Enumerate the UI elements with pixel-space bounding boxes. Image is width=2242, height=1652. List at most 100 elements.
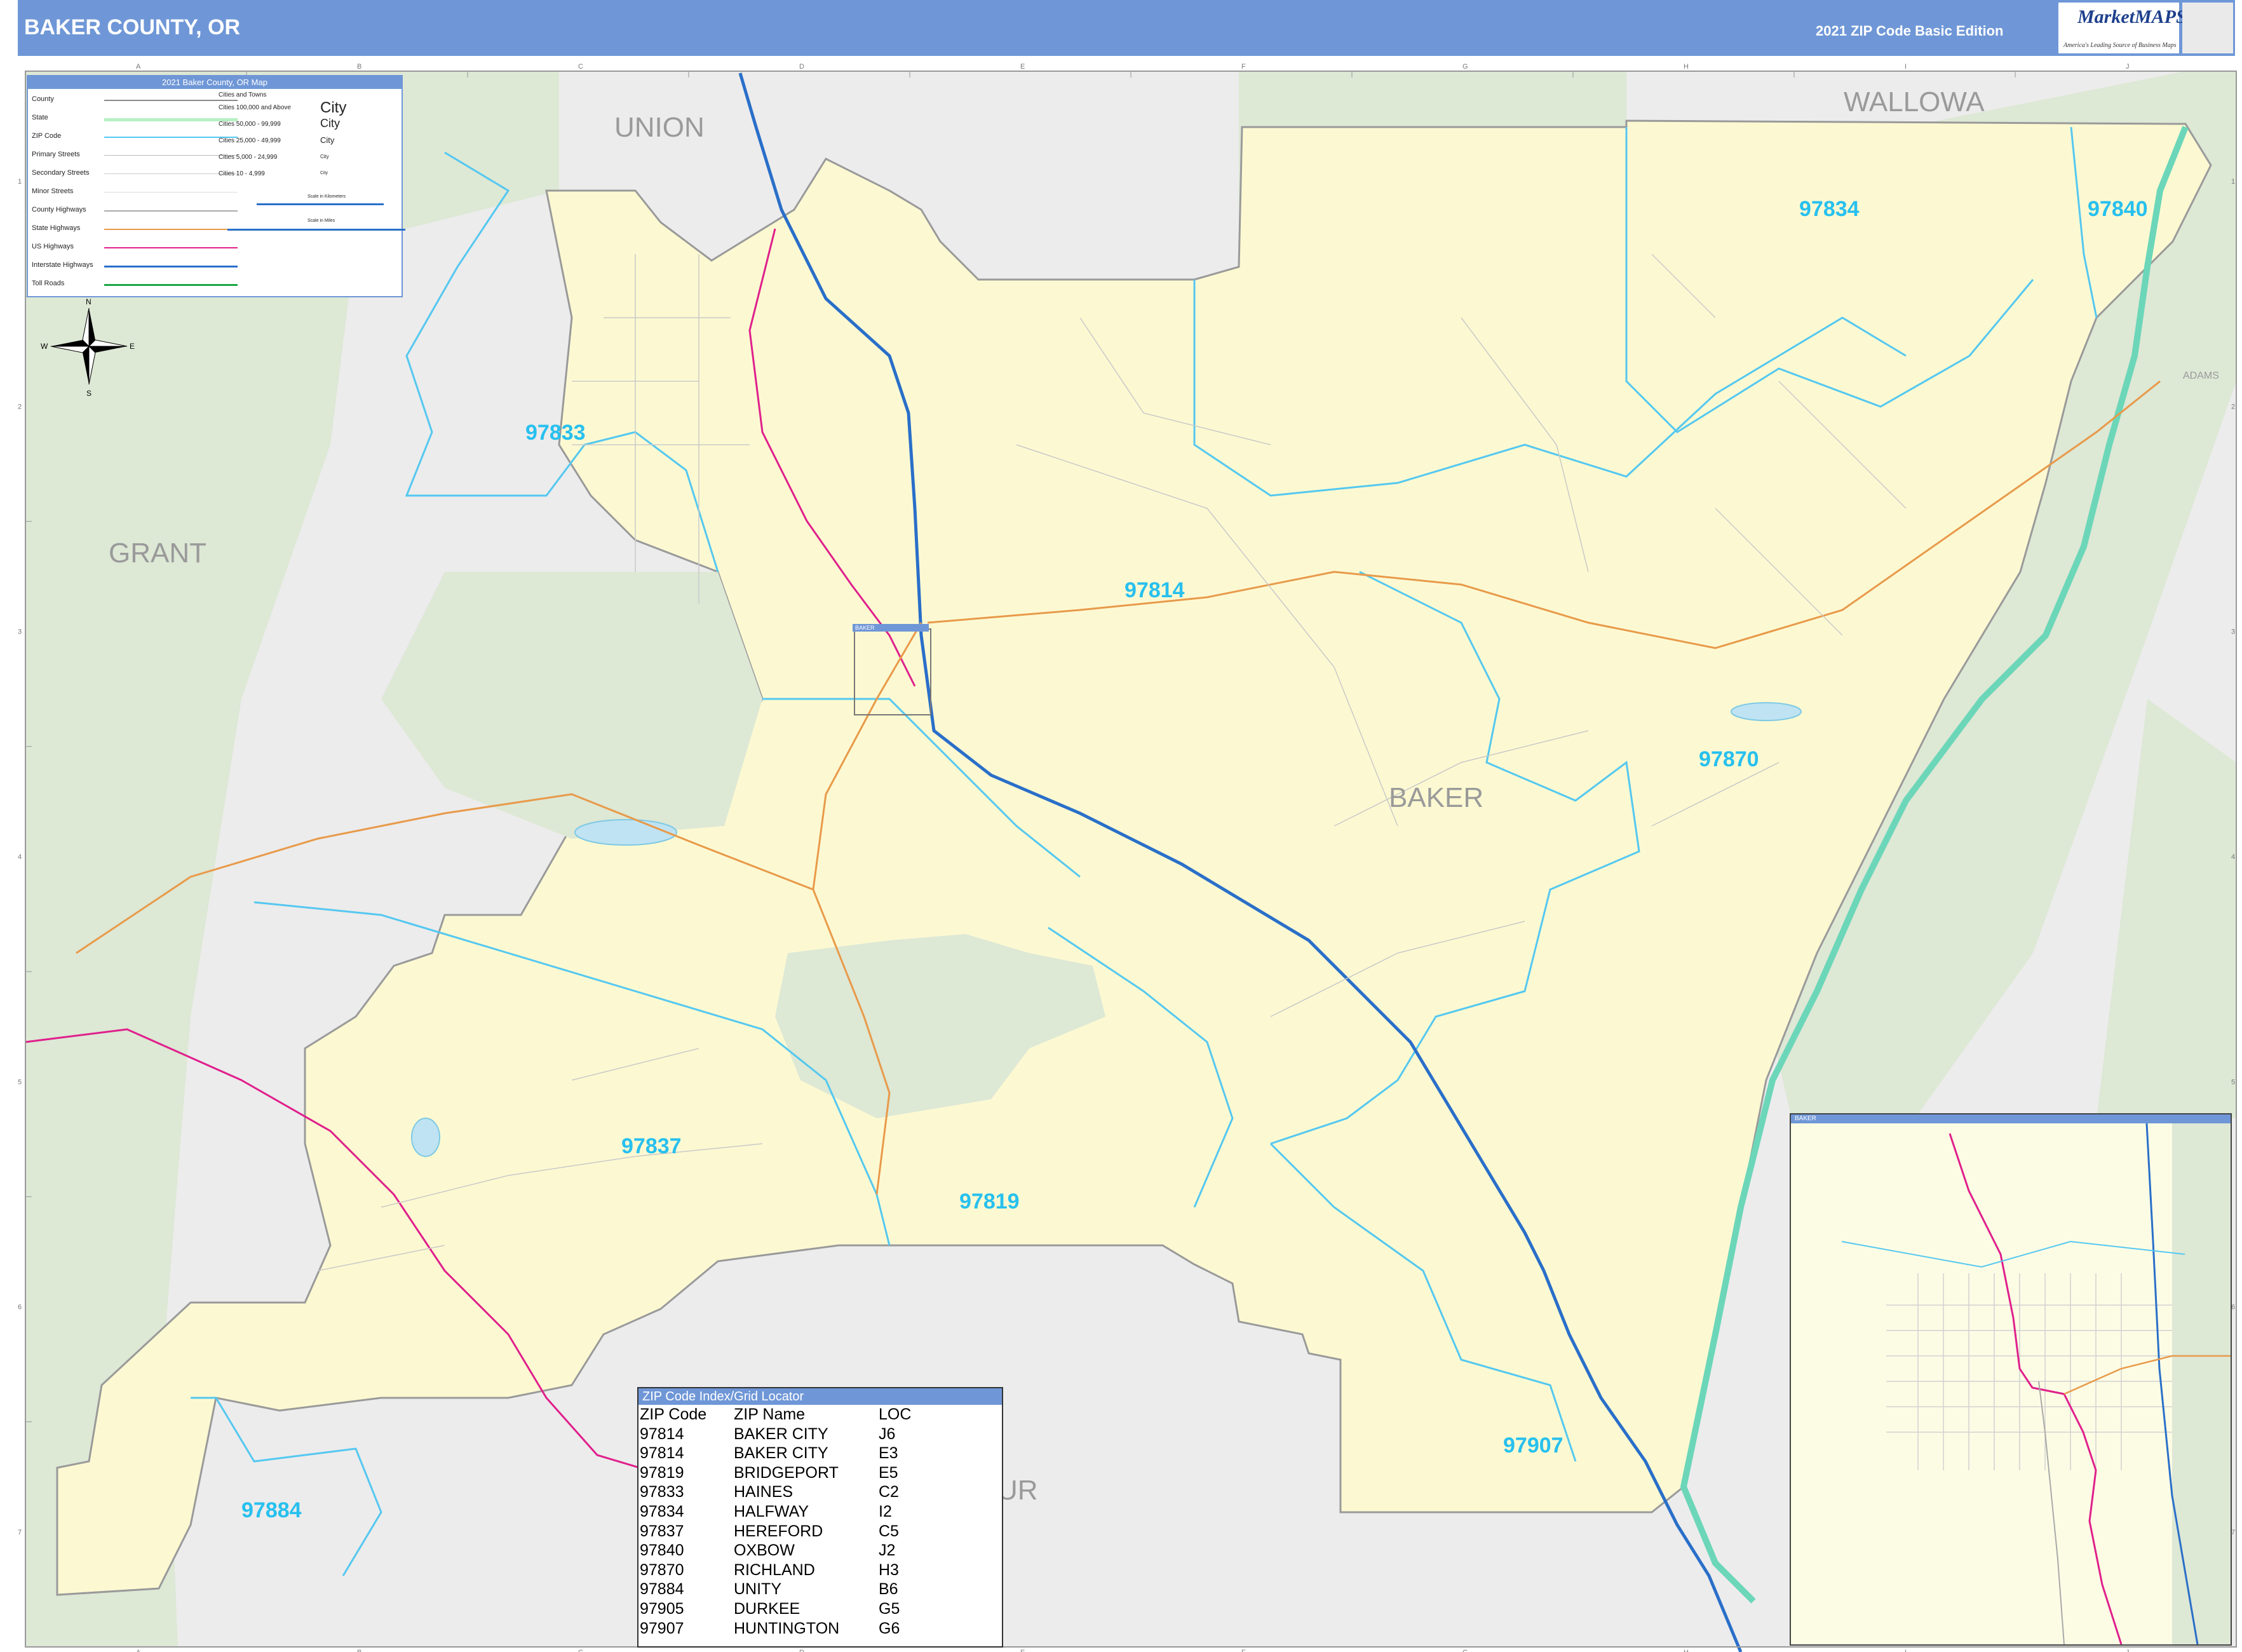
- grid-row-label: 3: [18, 628, 22, 636]
- zip-index-table: ZIP Code ZIP Name LOC 97814 BAKER CITY J6 …: [640, 1405, 916, 1638]
- grid-column-label: I: [1905, 1649, 1907, 1652]
- grid-row-label: 2: [18, 403, 22, 410]
- grid-column-label: D: [799, 1649, 804, 1652]
- zip-label-97837: 97837: [621, 1134, 682, 1158]
- zip-label-97834: 97834: [1799, 197, 1860, 221]
- zip-index-header-loc: LOC: [879, 1405, 912, 1423]
- header-bar: BAKER COUNTY, OR 2021 ZIP Code Basic Edi…: [18, 0, 2235, 56]
- svg-text:N: N: [86, 297, 91, 306]
- zip-name-cell: HUNTINGTON: [734, 1619, 840, 1637]
- zip-loc-cell: J6: [879, 1425, 896, 1443]
- baker-city-tag-label: BAKER: [855, 625, 875, 631]
- zip-label-97814: 97814: [1124, 578, 1185, 602]
- legend-swatch-state: [104, 118, 238, 121]
- zip-name-cell: BRIDGEPORT: [734, 1463, 839, 1482]
- zip-name-cell: RICHLAND: [734, 1561, 815, 1579]
- table-row: 97905 DURKEE G5: [640, 1599, 916, 1619]
- logo-brand: MarketMAPS: [2077, 6, 2187, 27]
- legend-swatch-minor: [104, 192, 238, 193]
- grid-column-label: H: [1684, 1649, 1689, 1652]
- zip-label-97840: 97840: [2088, 197, 2148, 221]
- table-row: 97819 BRIDGEPORT E5: [640, 1463, 916, 1483]
- legend-label-secondary: Secondary Streets: [32, 169, 90, 177]
- legend-city-sample-5: City: [320, 171, 328, 175]
- logo-contact-block: [2182, 3, 2233, 53]
- zip-cell: 97814: [640, 1444, 684, 1463]
- grid-column-label: A: [136, 1649, 141, 1652]
- grid-column-label: J: [2126, 63, 2130, 71]
- legend-swatch-us-hwy: [104, 247, 238, 248]
- grid-column-label: I: [1905, 63, 1907, 71]
- zip-cell: 97907: [640, 1619, 684, 1637]
- legend-city-class-5: Cities 10 - 4,999: [219, 170, 265, 177]
- grid-column-label: D: [799, 63, 804, 71]
- table-row: 97870 RICHLAND H3: [640, 1561, 916, 1580]
- table-row: 97814 BAKER CITY E3: [640, 1444, 916, 1463]
- grid-row-label: 1: [2231, 178, 2235, 186]
- zip-code-index: ZIP Code Index/Grid Locator ZIP Code ZIP…: [637, 1387, 1003, 1648]
- svg-text:W: W: [41, 342, 48, 351]
- county-label-malheur-partial: UR: [997, 1475, 1038, 1506]
- legend-scale-mi-bar: [227, 229, 405, 231]
- grid-row-label: 7: [18, 1529, 22, 1536]
- zip-loc-cell: H3: [879, 1561, 899, 1579]
- grid-column-label: F: [1241, 1649, 1246, 1652]
- zip-label-97870: 97870: [1699, 747, 1759, 771]
- grid-row-label: 4: [18, 853, 22, 861]
- zip-loc-cell: C5: [879, 1522, 899, 1540]
- grid-column-label: G: [1462, 63, 1468, 71]
- zip-index-header-row: ZIP Code ZIP Name LOC: [640, 1405, 916, 1425]
- edition-label: 2021 ZIP Code Basic Edition: [1816, 23, 2004, 39]
- table-row: 97837 HEREFORD C5: [640, 1522, 916, 1541]
- inset-map-canvas: [1841, 1123, 2231, 1644]
- zip-cell: 97814: [640, 1425, 684, 1443]
- legend-title: 2021 Baker County, OR Map: [28, 76, 402, 89]
- legend-label-minor: Minor Streets: [32, 187, 74, 195]
- legend-city-sample-1: City: [320, 99, 347, 116]
- legend-swatch-state-hwy: [104, 229, 238, 230]
- zip-cell: 97884: [640, 1580, 684, 1599]
- page-title: BAKER COUNTY, OR: [24, 15, 241, 39]
- legend-city-class-1: Cities 100,000 and Above: [219, 104, 291, 111]
- map-legend: 2021 Baker County, OR Map County State Z…: [27, 75, 405, 297]
- grid-column-label: A: [136, 63, 141, 71]
- lake-east: [1731, 702, 1802, 721]
- grid-row-label: 5: [18, 1078, 22, 1086]
- legend-label-interstate: Interstate Highways: [32, 261, 93, 269]
- legend-city-sample-3: City: [320, 135, 335, 145]
- zip-name-cell: DURKEE: [734, 1599, 800, 1618]
- svg-text:E: E: [130, 342, 135, 351]
- legend-label-toll: Toll Roads: [32, 280, 65, 287]
- zip-index-title: ZIP Code Index/Grid Locator: [638, 1388, 1002, 1405]
- zip-cell: 97905: [640, 1599, 684, 1618]
- grid-column-label: C: [578, 63, 583, 71]
- zip-label-97833: 97833: [525, 421, 586, 445]
- zip-loc-cell: C2: [879, 1483, 899, 1501]
- zip-label-97819: 97819: [959, 1189, 1020, 1214]
- legend-swatch-toll: [104, 284, 238, 286]
- zip-cell: 97819: [640, 1463, 684, 1482]
- zip-name-cell: UNITY: [734, 1580, 781, 1599]
- zip-loc-cell: J2: [879, 1541, 896, 1560]
- legend-label-county: County: [32, 95, 54, 103]
- grid-column-label: G: [1462, 1649, 1468, 1652]
- county-label-adams: ADAMS: [2183, 370, 2219, 381]
- legend-city-sample-2: City: [320, 117, 340, 130]
- table-row: 97833 HAINES C2: [640, 1482, 916, 1502]
- zip-loc-cell: I2: [879, 1502, 892, 1520]
- legend-scale-mi-label: Scale in Miles: [307, 219, 335, 223]
- zip-name-cell: BAKER CITY: [734, 1425, 828, 1443]
- county-label-baker: BAKER: [1389, 782, 1483, 813]
- grid-row-label: 3: [2231, 628, 2235, 636]
- zip-name-cell: HEREFORD: [734, 1522, 823, 1540]
- legend-swatch-secondary: [104, 173, 238, 174]
- legend-label-zip: ZIP Code: [32, 132, 62, 140]
- zip-name-cell: BAKER CITY: [734, 1444, 828, 1463]
- grid-row-label: 1: [18, 178, 22, 186]
- table-row: 97884 UNITY B6: [640, 1580, 916, 1599]
- legend-city-sample-4: City: [320, 154, 329, 159]
- legend-scale-km-label: Scale in Kilometers: [307, 194, 346, 199]
- zip-loc-cell: G5: [879, 1599, 900, 1618]
- grid-row-label: 2: [2231, 403, 2235, 410]
- legend-label-state-hwy: State Highways: [32, 224, 81, 232]
